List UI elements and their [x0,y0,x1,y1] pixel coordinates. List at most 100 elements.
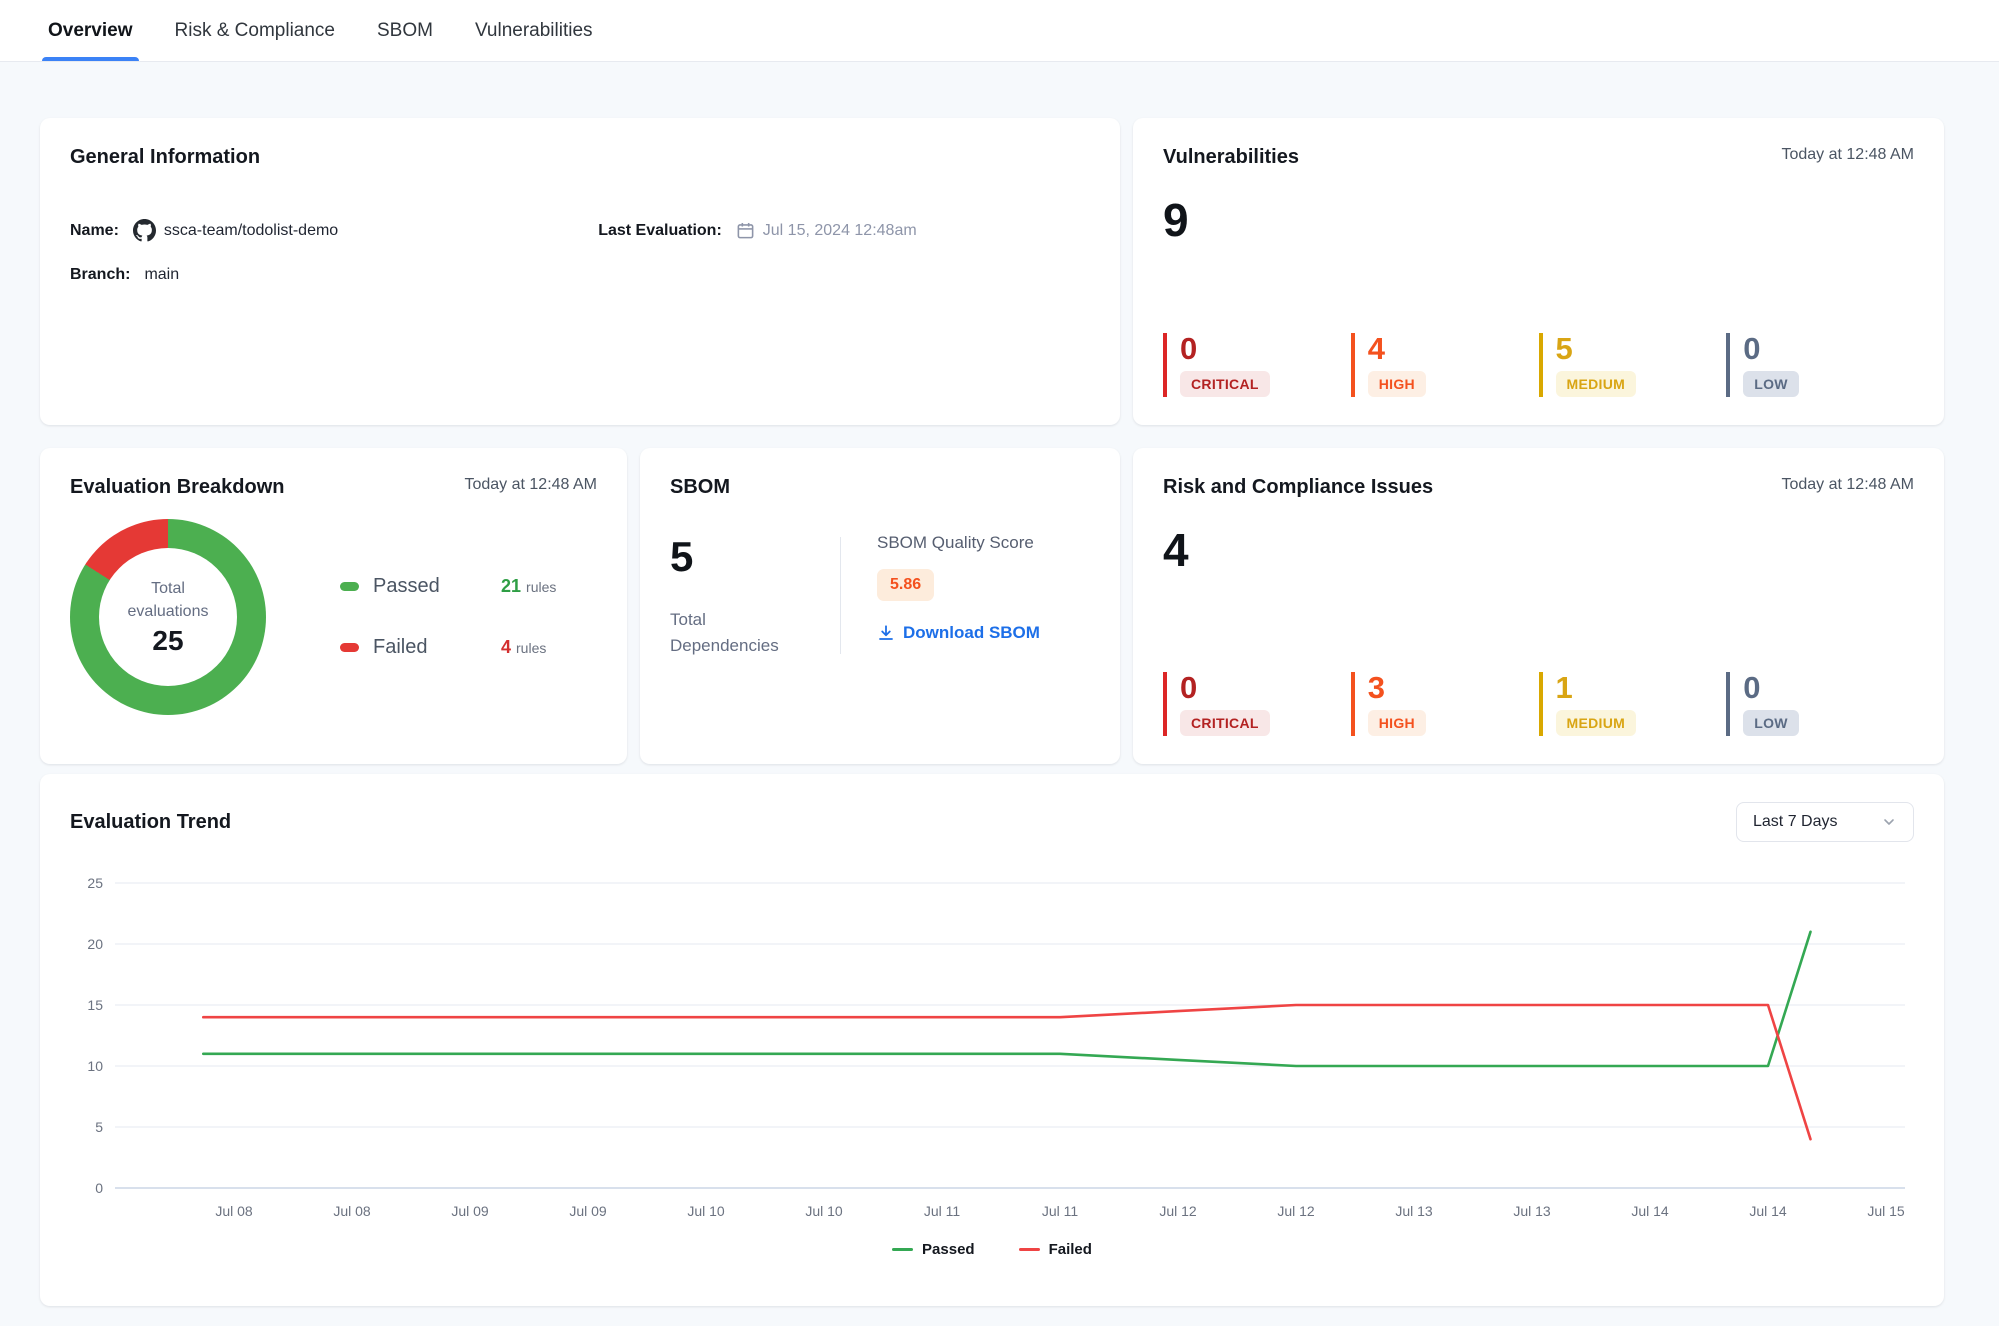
risk-compliance-total: 4 [1163,523,1914,577]
svg-text:10: 10 [87,1058,103,1074]
tab-overview[interactable]: Overview [48,0,133,61]
legend-pill [340,643,359,652]
time-range-dropdown[interactable]: Last 7 Days [1736,802,1914,842]
legend-dash [1019,1248,1040,1252]
tab-vulnerabilities[interactable]: Vulnerabilities [475,0,593,61]
svg-text:25: 25 [87,875,103,891]
general-information-card: General Information Name: ssca-team/todo… [40,118,1120,425]
severity-item-critical: 0 CRITICAL [1163,672,1351,736]
legend-dash [892,1248,913,1252]
severity-item-high: 4 HIGH [1351,333,1539,397]
vulnerabilities-timestamp: Today at 12:48 AM [1781,146,1914,164]
sbom-quality-score-value: 5.86 [877,569,934,601]
vulnerabilities-severity-grid: 0 CRITICAL 4 HIGH 5 MEDIUM 0 LOW [1163,333,1914,397]
legend-unit: rules [526,579,556,595]
severity-count: 0 [1743,333,1914,364]
svg-text:Jul 10: Jul 10 [805,1203,843,1219]
legend-count: 4 [501,637,511,658]
chart-legend-label: Failed [1049,1241,1092,1258]
evaluation-breakdown-timestamp: Today at 12:48 AM [464,476,597,494]
sbom-card: SBOM 5 Total Dependencies SBOM Quality S… [640,448,1120,764]
general-information-title: General Information [70,146,260,169]
svg-text:15: 15 [87,997,103,1013]
evaluation-trend-legend: Passed Failed [70,1241,1914,1258]
evaluation-breakdown-legend: Passed 21 rules Failed 4 rules [340,575,597,659]
severity-item-medium: 5 MEDIUM [1539,333,1727,397]
donut-center-label: Total evaluations [112,577,224,623]
severity-badge: CRITICAL [1180,710,1270,736]
svg-text:Jul 13: Jul 13 [1395,1203,1433,1219]
last-evaluation-label: Last Evaluation: [598,222,722,240]
severity-item-medium: 1 MEDIUM [1539,672,1727,736]
severity-item-low: 0 LOW [1726,333,1914,397]
download-sbom-link[interactable]: Download SBOM [877,623,1040,643]
severity-badge: LOW [1743,710,1799,736]
severity-item-high: 3 HIGH [1351,672,1539,736]
last-evaluation-value: Jul 15, 2024 12:48am [763,222,917,240]
evaluation-trend-title: Evaluation Trend [70,811,231,834]
branch-label: Branch: [70,266,130,284]
svg-text:Jul 11: Jul 11 [924,1203,961,1219]
severity-badge: LOW [1743,371,1799,397]
chevron-down-icon [1881,814,1897,830]
legend-label: Passed [373,575,501,598]
sbom-total-dependencies: 5 [670,533,840,581]
breakdown-legend-item-passed: Passed 21 rules [340,575,597,598]
sbom-quality-score-label: SBOM Quality Score [877,533,1034,553]
tab-risk-compliance[interactable]: Risk & Compliance [175,0,336,61]
row-3: Evaluation Trend Last 7 Days 0510152025J… [40,774,1944,1306]
evaluation-breakdown-title: Evaluation Breakdown [70,476,285,499]
severity-badge: MEDIUM [1556,710,1637,736]
legend-pill [340,582,359,591]
vulnerabilities-total: 9 [1163,193,1914,247]
severity-count: 1 [1556,672,1727,703]
donut-center-total: 25 [152,625,183,657]
evaluation-trend-card: Evaluation Trend Last 7 Days 0510152025J… [40,774,1944,1306]
severity-item-critical: 0 CRITICAL [1163,333,1351,397]
svg-text:Jul 14: Jul 14 [1749,1203,1787,1219]
svg-text:Jul 15: Jul 15 [1867,1203,1905,1219]
tab-bar: Overview Risk & Compliance SBOM Vulnerabili… [0,0,1999,62]
svg-text:Jul 12: Jul 12 [1159,1203,1197,1219]
severity-badge: CRITICAL [1180,371,1270,397]
legend-count: 21 [501,576,521,597]
risk-compliance-severity-grid: 0 CRITICAL 3 HIGH 1 MEDIUM 0 LOW [1163,672,1914,736]
evaluation-breakdown-card: Evaluation Breakdown Today at 12:48 AM T… [40,448,627,764]
svg-text:Jul 08: Jul 08 [333,1203,371,1219]
name-label: Name: [70,222,119,240]
chart-legend-item-passed[interactable]: Passed [892,1241,975,1258]
severity-count: 0 [1180,333,1351,364]
svg-text:Jul 08: Jul 08 [215,1203,253,1219]
repo-name-value: ssca-team/todolist-demo [164,222,338,240]
svg-text:Jul 13: Jul 13 [1513,1203,1551,1219]
severity-badge: HIGH [1368,710,1426,736]
legend-unit: rules [516,640,546,656]
sbom-total-label: Total Dependencies [670,607,800,658]
time-range-value: Last 7 Days [1753,813,1837,831]
row-2: Evaluation Breakdown Today at 12:48 AM T… [40,448,1944,764]
risk-compliance-timestamp: Today at 12:48 AM [1781,476,1914,494]
severity-count: 0 [1180,672,1351,703]
chart-legend-item-failed[interactable]: Failed [1019,1241,1092,1258]
severity-count: 3 [1368,672,1539,703]
risk-compliance-card: Risk and Compliance Issues Today at 12:4… [1133,448,1944,764]
evaluations-donut-chart: Total evaluations 25 [70,519,266,715]
vulnerabilities-title: Vulnerabilities [1163,146,1299,169]
severity-item-low: 0 LOW [1726,672,1914,736]
calendar-icon [736,221,755,240]
severity-badge: MEDIUM [1556,371,1637,397]
branch-value: main [144,266,179,284]
severity-count: 0 [1743,672,1914,703]
dashboard-content: General Information Name: ssca-team/todo… [0,62,1999,1306]
severity-badge: HIGH [1368,371,1426,397]
breakdown-legend-item-failed: Failed 4 rules [340,636,597,659]
svg-text:Jul 14: Jul 14 [1631,1203,1669,1219]
tab-sbom[interactable]: SBOM [377,0,433,61]
svg-text:Jul 10: Jul 10 [687,1203,725,1219]
svg-text:20: 20 [87,936,103,952]
risk-compliance-title: Risk and Compliance Issues [1163,476,1433,499]
severity-count: 5 [1556,333,1727,364]
download-icon [877,624,895,642]
sbom-title: SBOM [670,476,730,499]
row-1: General Information Name: ssca-team/todo… [40,118,1944,425]
